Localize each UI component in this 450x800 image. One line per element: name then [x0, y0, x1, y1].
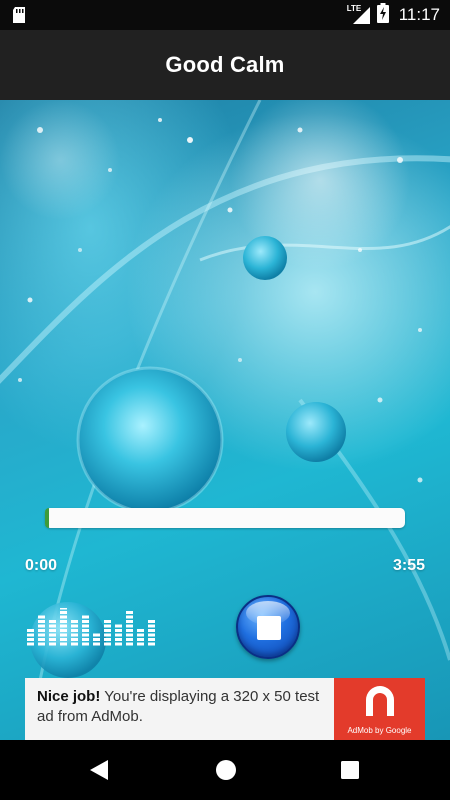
- progress-fill: [45, 508, 49, 528]
- signal-icon: LTE: [347, 4, 371, 25]
- stop-button[interactable]: [236, 595, 300, 659]
- home-icon[interactable]: [215, 759, 237, 786]
- navigation-bar: [0, 740, 450, 800]
- recent-apps-icon[interactable]: [341, 761, 359, 784]
- admob-brand-text: AdMob by Google: [347, 726, 412, 735]
- ad-headline: Nice job!: [37, 688, 101, 705]
- sd-card-icon: [12, 7, 26, 28]
- elapsed-time: 0:00: [25, 557, 58, 574]
- admob-icon: [366, 686, 394, 716]
- status-time: 11:17: [398, 5, 440, 24]
- ad-text: Nice job! You're displaying a 320 x 50 t…: [25, 678, 334, 740]
- app-bar: Good Calm: [0, 30, 450, 100]
- total-duration: 3:55: [392, 557, 425, 574]
- stop-icon: [257, 616, 281, 640]
- ad-banner[interactable]: Nice job! You're displaying a 320 x 50 t…: [25, 678, 425, 740]
- player-background: 0:00 3:55 Nice job! You're displaying a …: [0, 100, 450, 740]
- back-icon[interactable]: [88, 758, 110, 787]
- battery-charging-icon: [376, 2, 389, 28]
- equalizer-icon: [27, 608, 155, 646]
- page-title: Good Calm: [165, 52, 285, 77]
- progress-bar[interactable]: [45, 508, 405, 528]
- status-bar: LTE 11:17: [0, 0, 450, 30]
- admob-logo: AdMob by Google: [334, 678, 425, 740]
